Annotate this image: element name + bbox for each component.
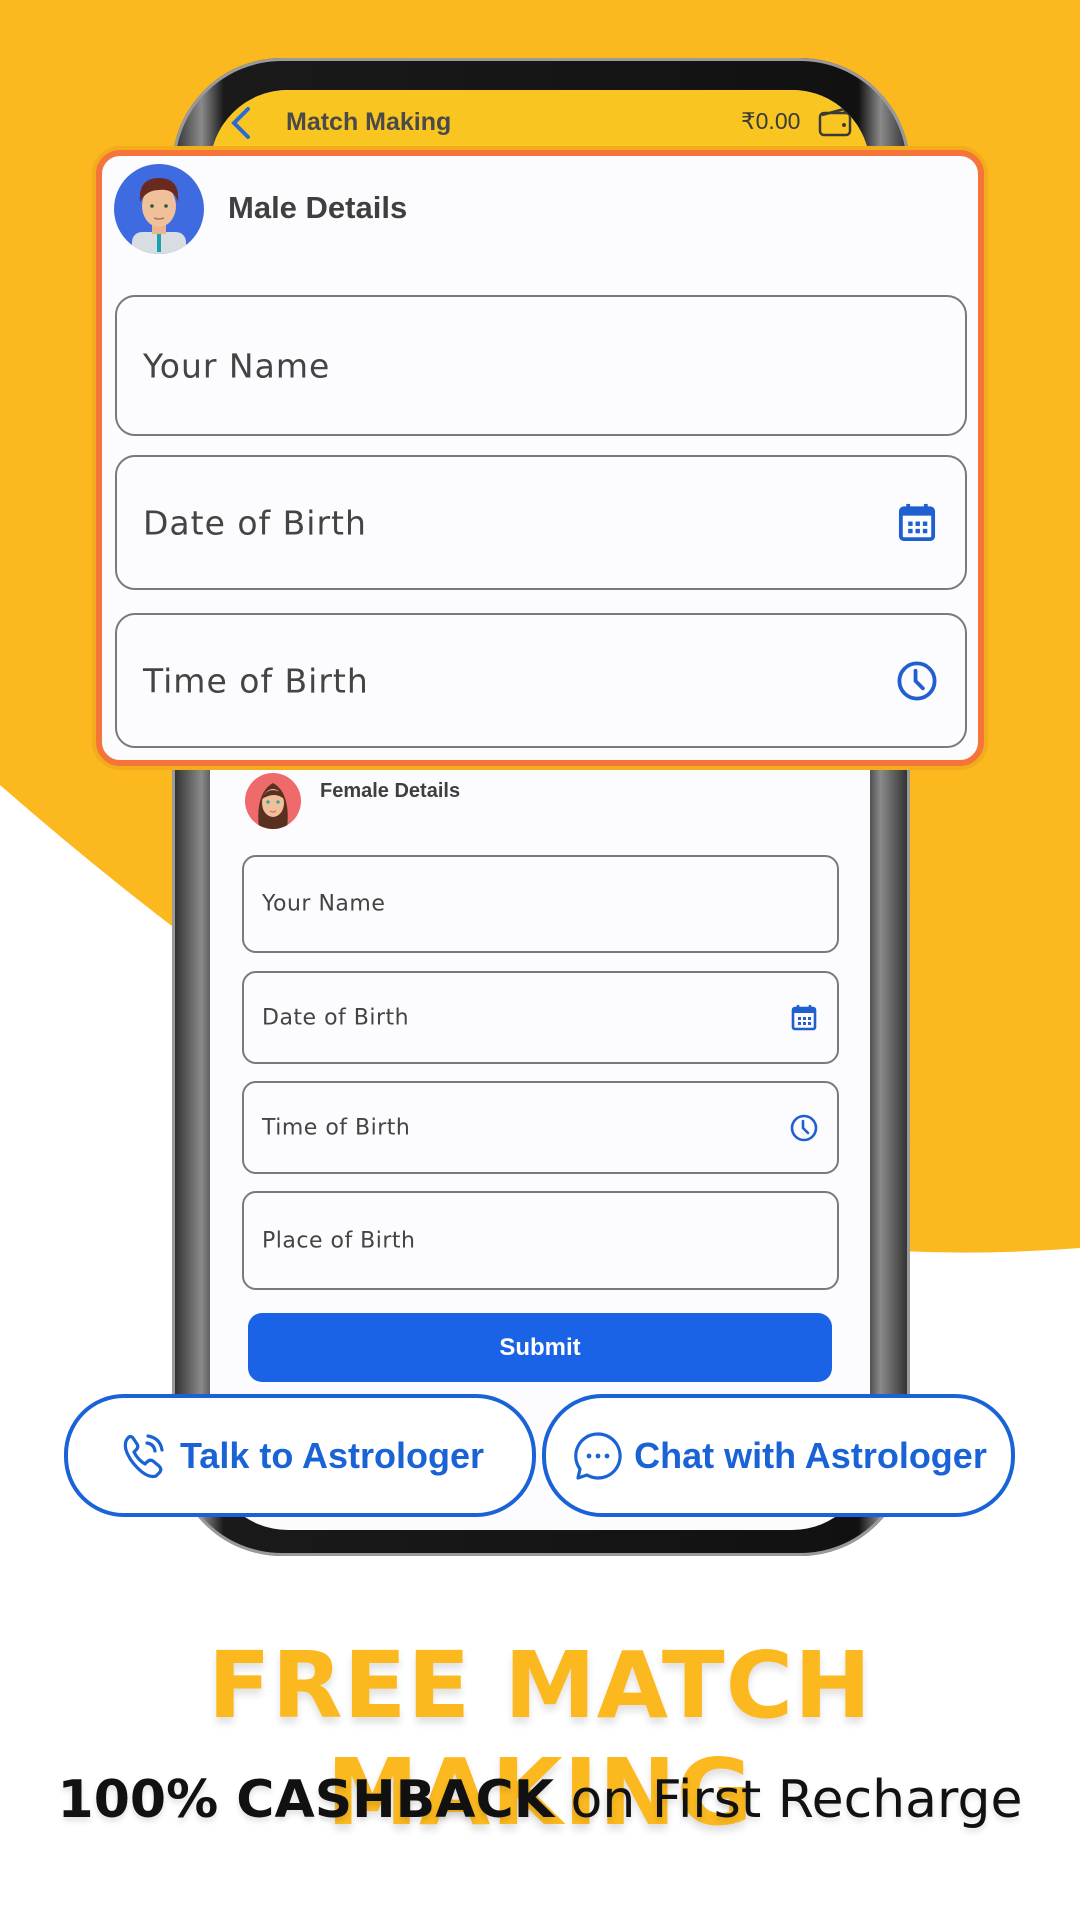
clock-icon[interactable]: [789, 1113, 819, 1143]
field-placeholder: Your Name: [262, 891, 386, 917]
wallet-icon: [818, 107, 852, 137]
male-avatar: [114, 164, 204, 254]
chat-with-astrologer-button[interactable]: Chat with Astrologer: [542, 1394, 1015, 1517]
female-avatar-illustration: [258, 783, 288, 829]
field-placeholder: Time of Birth: [262, 1115, 411, 1140]
phone-call-icon: [123, 1433, 164, 1478]
promo-subline: 100% CASHBACK on First Recharge: [0, 1770, 1080, 1830]
talk-button-label: Talk to Astrologer: [179, 1434, 485, 1476]
clock-icon[interactable]: [895, 659, 939, 703]
field-placeholder: Time of Birth: [143, 661, 369, 700]
field-placeholder: Date of Birth: [262, 1005, 410, 1030]
page-title: Match Making: [286, 108, 452, 136]
submit-button[interactable]: Submit: [248, 1313, 832, 1382]
wallet-button[interactable]: [818, 107, 852, 137]
female-tob-field[interactable]: Time of Birth: [242, 1081, 839, 1174]
male-avatar-illustration: [132, 178, 186, 254]
female-dob-field[interactable]: Date of Birth: [242, 971, 839, 1064]
chat-bubble-icon: [574, 1431, 622, 1480]
calendar-icon[interactable]: [789, 1003, 819, 1033]
female-name-field[interactable]: Your Name: [242, 855, 839, 953]
male-tob-field[interactable]: Time of Birth: [115, 613, 967, 748]
female-avatar: [245, 773, 301, 829]
male-details-title: Male Details: [228, 190, 408, 225]
talk-to-astrologer-button[interactable]: Talk to Astrologer: [64, 1394, 536, 1517]
chat-button-label: Chat with Astrologer: [634, 1434, 987, 1476]
female-pob-field[interactable]: Place of Birth: [242, 1191, 839, 1290]
male-details-card: Male Details Your Name Date of Birth Tim…: [96, 150, 984, 766]
field-placeholder: Date of Birth: [143, 503, 367, 542]
calendar-icon[interactable]: [895, 501, 939, 545]
wallet-balance: ₹0.00: [741, 108, 801, 134]
back-button[interactable]: [226, 106, 258, 140]
male-name-field[interactable]: Your Name: [115, 295, 967, 436]
chevron-left-icon: [231, 107, 250, 139]
male-dob-field[interactable]: Date of Birth: [115, 455, 967, 590]
female-details-title: Female Details: [320, 780, 461, 802]
field-placeholder: Your Name: [143, 346, 331, 385]
cashback-highlight: 100% CASHBACK: [57, 1770, 554, 1830]
field-placeholder: Place of Birth: [262, 1228, 416, 1253]
cashback-rest: on First Recharge: [554, 1770, 1023, 1830]
